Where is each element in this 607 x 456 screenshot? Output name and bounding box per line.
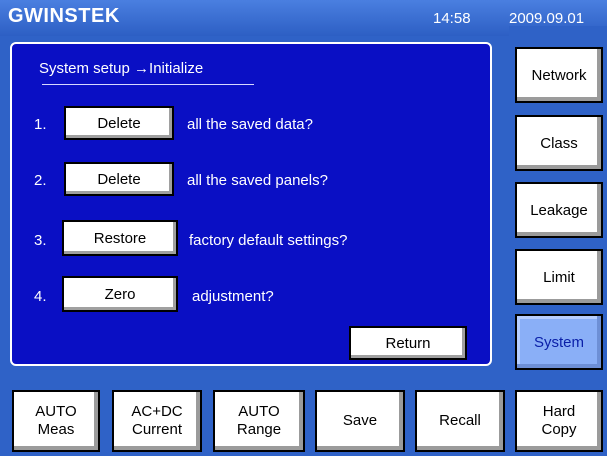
button-line: Save: [342, 412, 378, 429]
button-line: AUTO: [238, 403, 280, 420]
ac-dc-current-button[interactable]: AC+DC Current: [112, 390, 202, 452]
button-line: AUTO: [35, 403, 77, 420]
side-leakage-button[interactable]: Leakage: [515, 182, 603, 238]
button-line: Hard: [542, 403, 576, 420]
item-number: 4.: [34, 288, 47, 305]
side-network-button[interactable]: Network: [515, 47, 603, 103]
item-description: factory default settings?: [189, 232, 348, 249]
button-line: Current: [131, 421, 183, 438]
item-description: all the saved data?: [187, 116, 313, 133]
delete-data-button[interactable]: Delete: [64, 106, 174, 140]
side-system-button[interactable]: System: [515, 314, 603, 370]
clock-time: 14:58: [433, 10, 471, 27]
item-number: 1.: [34, 116, 47, 133]
brand-logo: GWINSTEK: [8, 5, 120, 27]
auto-meas-button[interactable]: AUTO Meas: [12, 390, 100, 452]
title-underline: [42, 84, 254, 85]
button-line: Recall: [439, 412, 481, 429]
item-description: adjustment?: [192, 288, 274, 305]
initialize-panel: System setup →Initialize 1. Delete all t…: [10, 42, 492, 366]
button-line: Range: [236, 421, 282, 438]
side-limit-button[interactable]: Limit: [515, 249, 603, 305]
button-line: Copy: [541, 421, 577, 438]
clock-date: 2009.09.01: [509, 10, 585, 27]
button-line: AC+DC: [131, 403, 183, 420]
delete-panels-button[interactable]: Delete: [64, 162, 174, 196]
item-number: 3.: [34, 232, 47, 249]
item-description: all the saved panels?: [187, 172, 328, 189]
auto-range-button[interactable]: AUTO Range: [213, 390, 305, 452]
button-line: Meas: [37, 421, 75, 438]
save-button[interactable]: Save: [315, 390, 405, 452]
restore-defaults-button[interactable]: Restore: [62, 220, 178, 256]
zero-adjustment-button[interactable]: Zero: [62, 276, 178, 312]
item-number: 2.: [34, 172, 47, 189]
return-button[interactable]: Return: [349, 326, 467, 360]
hard-copy-button[interactable]: Hard Copy: [515, 390, 603, 452]
recall-button[interactable]: Recall: [415, 390, 505, 452]
page-title: System setup →Initialize: [39, 60, 204, 77]
side-class-button[interactable]: Class: [515, 115, 603, 171]
